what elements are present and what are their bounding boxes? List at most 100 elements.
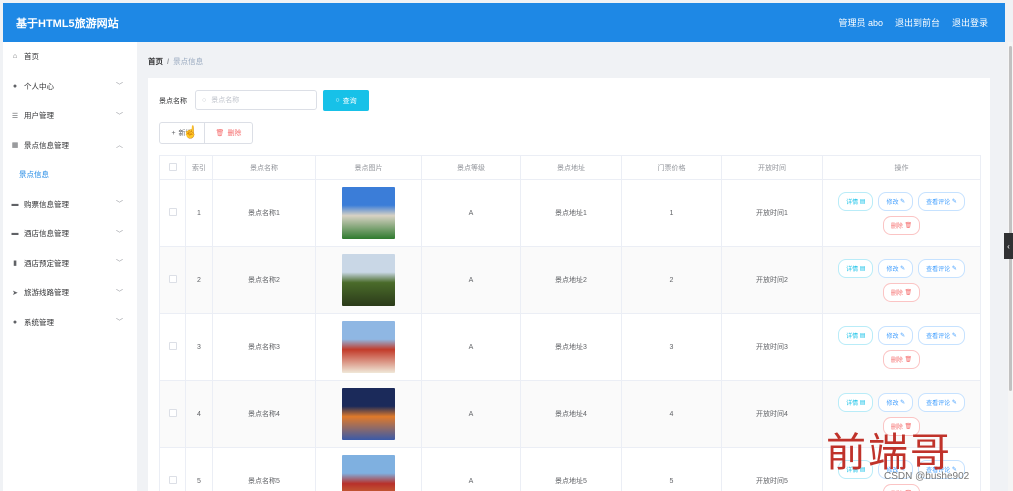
chevron-down-icon: ﹀ [116,230,123,238]
sidebar-item-hotel-booking[interactable]: ▮ 酒店预定管理 ﹀ [3,249,137,279]
chevron-down-icon: ﹀ [116,201,123,209]
document-icon: ▤ [859,399,866,406]
home-icon: ⌂ [12,53,18,61]
delete-row-button[interactable]: 删除 🗑 [882,282,921,302]
search-icon: ○ [202,96,207,104]
edit-button[interactable]: 修改 ✎ [878,191,914,211]
address-cell: 景点地址5 [520,447,622,491]
sidebar-item-label: 用户管理 [24,111,54,121]
document-icon: ▤ [859,332,866,339]
edit-button[interactable]: 修改 ✎ [878,258,914,278]
edit-label: 修改 [886,266,899,273]
trash-icon: 🗑 [904,289,913,296]
row-checkbox[interactable] [168,342,177,350]
price-cell: 2 [621,246,722,314]
sidebar-item-hotels[interactable]: ▬ 酒店信息管理 ﹀ [3,219,137,249]
sidebar-item-profile[interactable]: ● 个人中心 ﹀ [3,72,137,102]
name-cell: 景点名称3 [212,313,316,381]
delete-row-button[interactable]: 删除 🗑 [882,349,921,369]
row-select-cell[interactable] [159,179,186,247]
table-row[interactable]: 1 景点名称1 A 景点地址1 1 开放时间1 详情 ▤ 修改 ✎ 查看评论 ✎… [159,179,981,247]
table-row[interactable]: 3 景点名称3 A 景点地址3 3 开放时间3 详情 ▤ 修改 ✎ 查看评论 ✎… [159,313,981,381]
row-checkbox[interactable] [168,208,177,216]
column-header: 景点地址 [520,155,622,180]
open-time-cell: 开放时间2 [721,246,823,314]
edit-button[interactable]: 修改 ✎ [878,392,914,412]
search-input[interactable]: ○ 景点名称 [195,90,317,110]
sidebar-item-label: 景点信息 [19,170,49,180]
row-checkbox[interactable] [168,275,177,283]
scenic-image [342,187,395,239]
price-cell: 4 [621,380,722,448]
row-select-cell[interactable] [159,246,186,314]
sidebar-item-home[interactable]: ⌂ 首页 [3,42,137,72]
address-cell: 景点地址4 [520,380,622,448]
view-reviews-button[interactable]: 查看评论 ✎ [918,325,965,345]
pencil-icon: ✎ [951,399,957,406]
user-icon: ● [12,82,18,90]
sidebar-item-tickets[interactable]: ▬ 购票信息管理 ﹀ [3,190,137,220]
detail-button[interactable]: 详情 ▤ [838,392,874,412]
detail-button[interactable]: 详情 ▤ [838,325,874,345]
row-select-cell[interactable] [159,380,186,448]
add-button[interactable]: + 新增 [159,122,205,144]
delete-row-button[interactable]: 删除 🗑 [882,483,921,491]
sidebar-item-scenic-info[interactable]: 景点信息 [3,160,137,190]
level-cell: A [421,447,521,491]
image-cell [315,246,422,314]
row-checkbox[interactable] [168,476,177,484]
detail-label: 详情 [846,199,859,206]
view-reviews-button[interactable]: 查看评论 ✎ [918,392,965,412]
actions-cell: 详情 ▤ 修改 ✎ 查看评论 ✎ 删除 🗑 [822,179,981,247]
edit-button[interactable]: 修改 ✎ [878,325,914,345]
view-reviews-button[interactable]: 查看评论 ✎ [918,258,965,278]
column-header: 操作 [822,155,981,180]
level-cell: A [421,380,521,448]
edit-label: 修改 [886,333,899,340]
search-icon: ○ [335,97,340,104]
scenic-image [342,254,395,306]
collapse-tab-icon[interactable]: ‹ [1004,233,1013,259]
select-all-checkbox[interactable] [168,162,177,171]
breadcrumb-home[interactable]: 首页 [148,57,163,66]
scrollbar-thumb[interactable] [1009,46,1012,391]
pencil-icon: ✎ [951,198,957,205]
view-reviews-button[interactable]: 查看评论 ✎ [918,191,965,211]
sidebar-item-system[interactable]: ● 系统管理 ﹀ [3,308,137,338]
detail-button[interactable]: 详情 ▤ [838,258,874,278]
bulk-delete-button[interactable]: 🗑 删除 [205,122,253,144]
sidebar-item-users[interactable]: ☰ 用户管理 ﹀ [3,101,137,131]
sidebar-item-label: 旅游线路管理 [24,288,69,298]
detail-label: 详情 [846,266,859,273]
pencil-icon: ✎ [900,332,906,339]
detail-button[interactable]: 详情 ▤ [838,191,874,211]
row-select-cell[interactable] [159,313,186,381]
scenic-image [342,455,395,491]
breadcrumb-current: 景点信息 [173,57,204,66]
sidebar-item-scenic-mgmt[interactable]: ▦ 景点信息管理 ︿ [3,131,137,161]
select-all-cell[interactable] [159,155,186,180]
image-cell [315,313,422,381]
column-header: 景点名称 [212,155,316,180]
sidebar-item-label: 景点信息管理 [24,140,69,150]
delete-button-label: 删除 [227,130,242,137]
delete-label: 删除 [890,357,903,364]
pencil-icon: ✎ [900,399,906,406]
address-cell: 景点地址2 [520,246,622,314]
sidebar-item-routes[interactable]: ➤ 旅游线路管理 ﹀ [3,278,137,308]
row-checkbox[interactable] [168,409,177,417]
scenic-image [342,388,395,440]
table-row[interactable]: 2 景点名称2 A 景点地址2 2 开放时间2 详情 ▤ 修改 ✎ 查看评论 ✎… [159,246,981,314]
search-placeholder: 景点名称 [211,97,240,104]
search-button[interactable]: ○ 查询 [323,90,369,111]
delete-row-button[interactable]: 删除 🗑 [882,215,921,235]
pencil-icon: ✎ [951,265,957,272]
index-cell: 4 [185,380,213,448]
logout-link[interactable]: 退出登录 [952,16,988,29]
row-select-cell[interactable] [159,447,186,491]
delete-label: 删除 [890,290,903,297]
sidebar: ⌂ 首页 ● 个人中心 ﹀ ☰ 用户管理 ﹀ ▦ 景点信息管理 ︿ 景点信息 ▬… [3,42,137,491]
table-header-row: 索引 景点名称 景点图片 景点等级 景点地址 门票价格 开放时间 操作 [159,155,981,180]
chevron-down-icon: ﹀ [116,260,123,268]
goto-front-link[interactable]: 退出到前台 [895,16,940,29]
